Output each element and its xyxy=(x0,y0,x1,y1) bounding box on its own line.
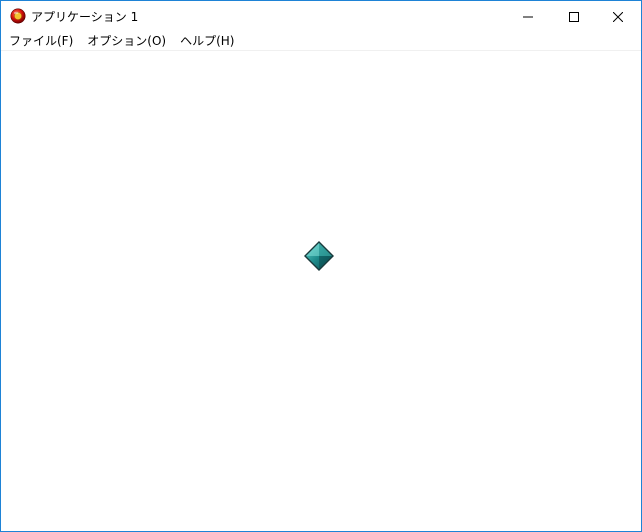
maximize-button[interactable] xyxy=(551,1,597,31)
window-title: アプリケーション 1 xyxy=(31,10,139,24)
maximize-icon xyxy=(569,7,579,26)
menu-bar: ファイル(F) オプション(O) ヘルプ(H) xyxy=(1,31,641,51)
minimize-icon xyxy=(523,7,533,26)
menu-help[interactable]: ヘルプ(H) xyxy=(173,31,241,51)
menu-file[interactable]: ファイル(F) xyxy=(2,31,80,51)
application-window: アプリケーション 1 ファイル(F) オプション(O) ヘルプ(H) xyxy=(0,0,642,532)
close-button[interactable] xyxy=(595,1,641,31)
menu-options[interactable]: オプション(O) xyxy=(80,31,173,51)
minimize-button[interactable] xyxy=(505,1,551,31)
teal-diamond-icon xyxy=(303,240,335,272)
app-icon[interactable] xyxy=(10,8,26,24)
title-bar[interactable]: アプリケーション 1 xyxy=(1,1,641,31)
close-icon xyxy=(612,7,624,26)
client-area[interactable] xyxy=(1,52,641,531)
